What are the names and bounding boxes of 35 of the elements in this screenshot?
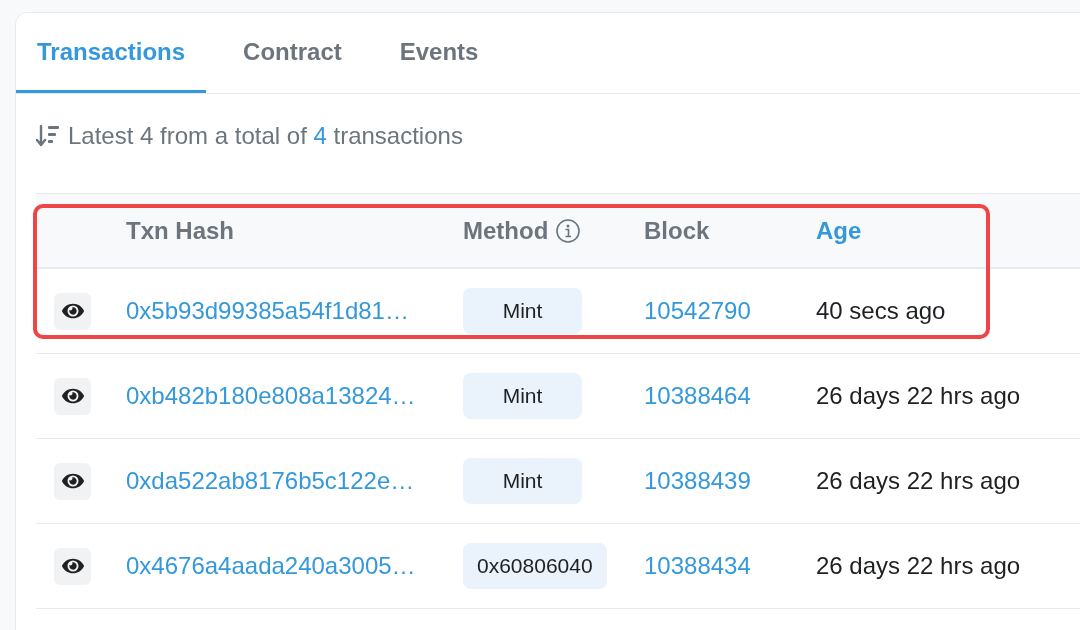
summary-text: Latest 4 from a total of 4 transactions [68, 122, 463, 150]
eye-icon [61, 556, 84, 576]
eye-icon [61, 386, 84, 406]
total-count-link[interactable]: 4 [313, 122, 327, 149]
block-number-link[interactable]: 10388464 [644, 381, 751, 409]
info-icon[interactable] [556, 218, 581, 243]
transaction-hash-link[interactable]: 0x5b93d99385a54f1d81… [126, 296, 409, 324]
method-badge: Mint [463, 458, 582, 504]
age-text: 26 days 22 hrs ago [816, 466, 1021, 494]
block-number-link[interactable]: 10388434 [644, 551, 751, 579]
block-number-link[interactable]: 10388439 [644, 466, 751, 494]
age-text: 40 secs ago [816, 296, 946, 324]
age-text: 26 days 22 hrs ago [816, 381, 1021, 409]
eye-icon [61, 471, 84, 491]
tab[interactable]: Transactions [16, 13, 207, 93]
sort-descending-icon [36, 125, 60, 147]
tab[interactable]: Events [378, 13, 500, 93]
transaction-hash-link[interactable]: 0x4676a4aada240a3005… [126, 551, 416, 579]
block-number-link[interactable]: 10542790 [644, 296, 751, 324]
view-button[interactable] [54, 462, 91, 500]
column-header: Block [644, 216, 710, 245]
transaction-hash-link[interactable]: 0xda522ab8176b5c122e… [126, 466, 415, 494]
view-button[interactable] [54, 547, 91, 585]
tab[interactable]: Contract [222, 13, 363, 93]
method-badge: Mint [463, 288, 582, 334]
transaction-hash-link[interactable]: 0xb482b180e808a13824… [126, 381, 416, 409]
method-badge: 0x60806040 [463, 543, 607, 589]
method-badge: Mint [463, 373, 582, 419]
view-button[interactable] [54, 292, 91, 330]
column-header-link[interactable]: Age [816, 216, 862, 245]
eye-icon [61, 301, 84, 321]
view-button[interactable] [54, 377, 91, 415]
column-header: Txn Hash [126, 216, 235, 245]
column-header: Method [463, 216, 549, 245]
age-text: 26 days 22 hrs ago [816, 551, 1021, 579]
